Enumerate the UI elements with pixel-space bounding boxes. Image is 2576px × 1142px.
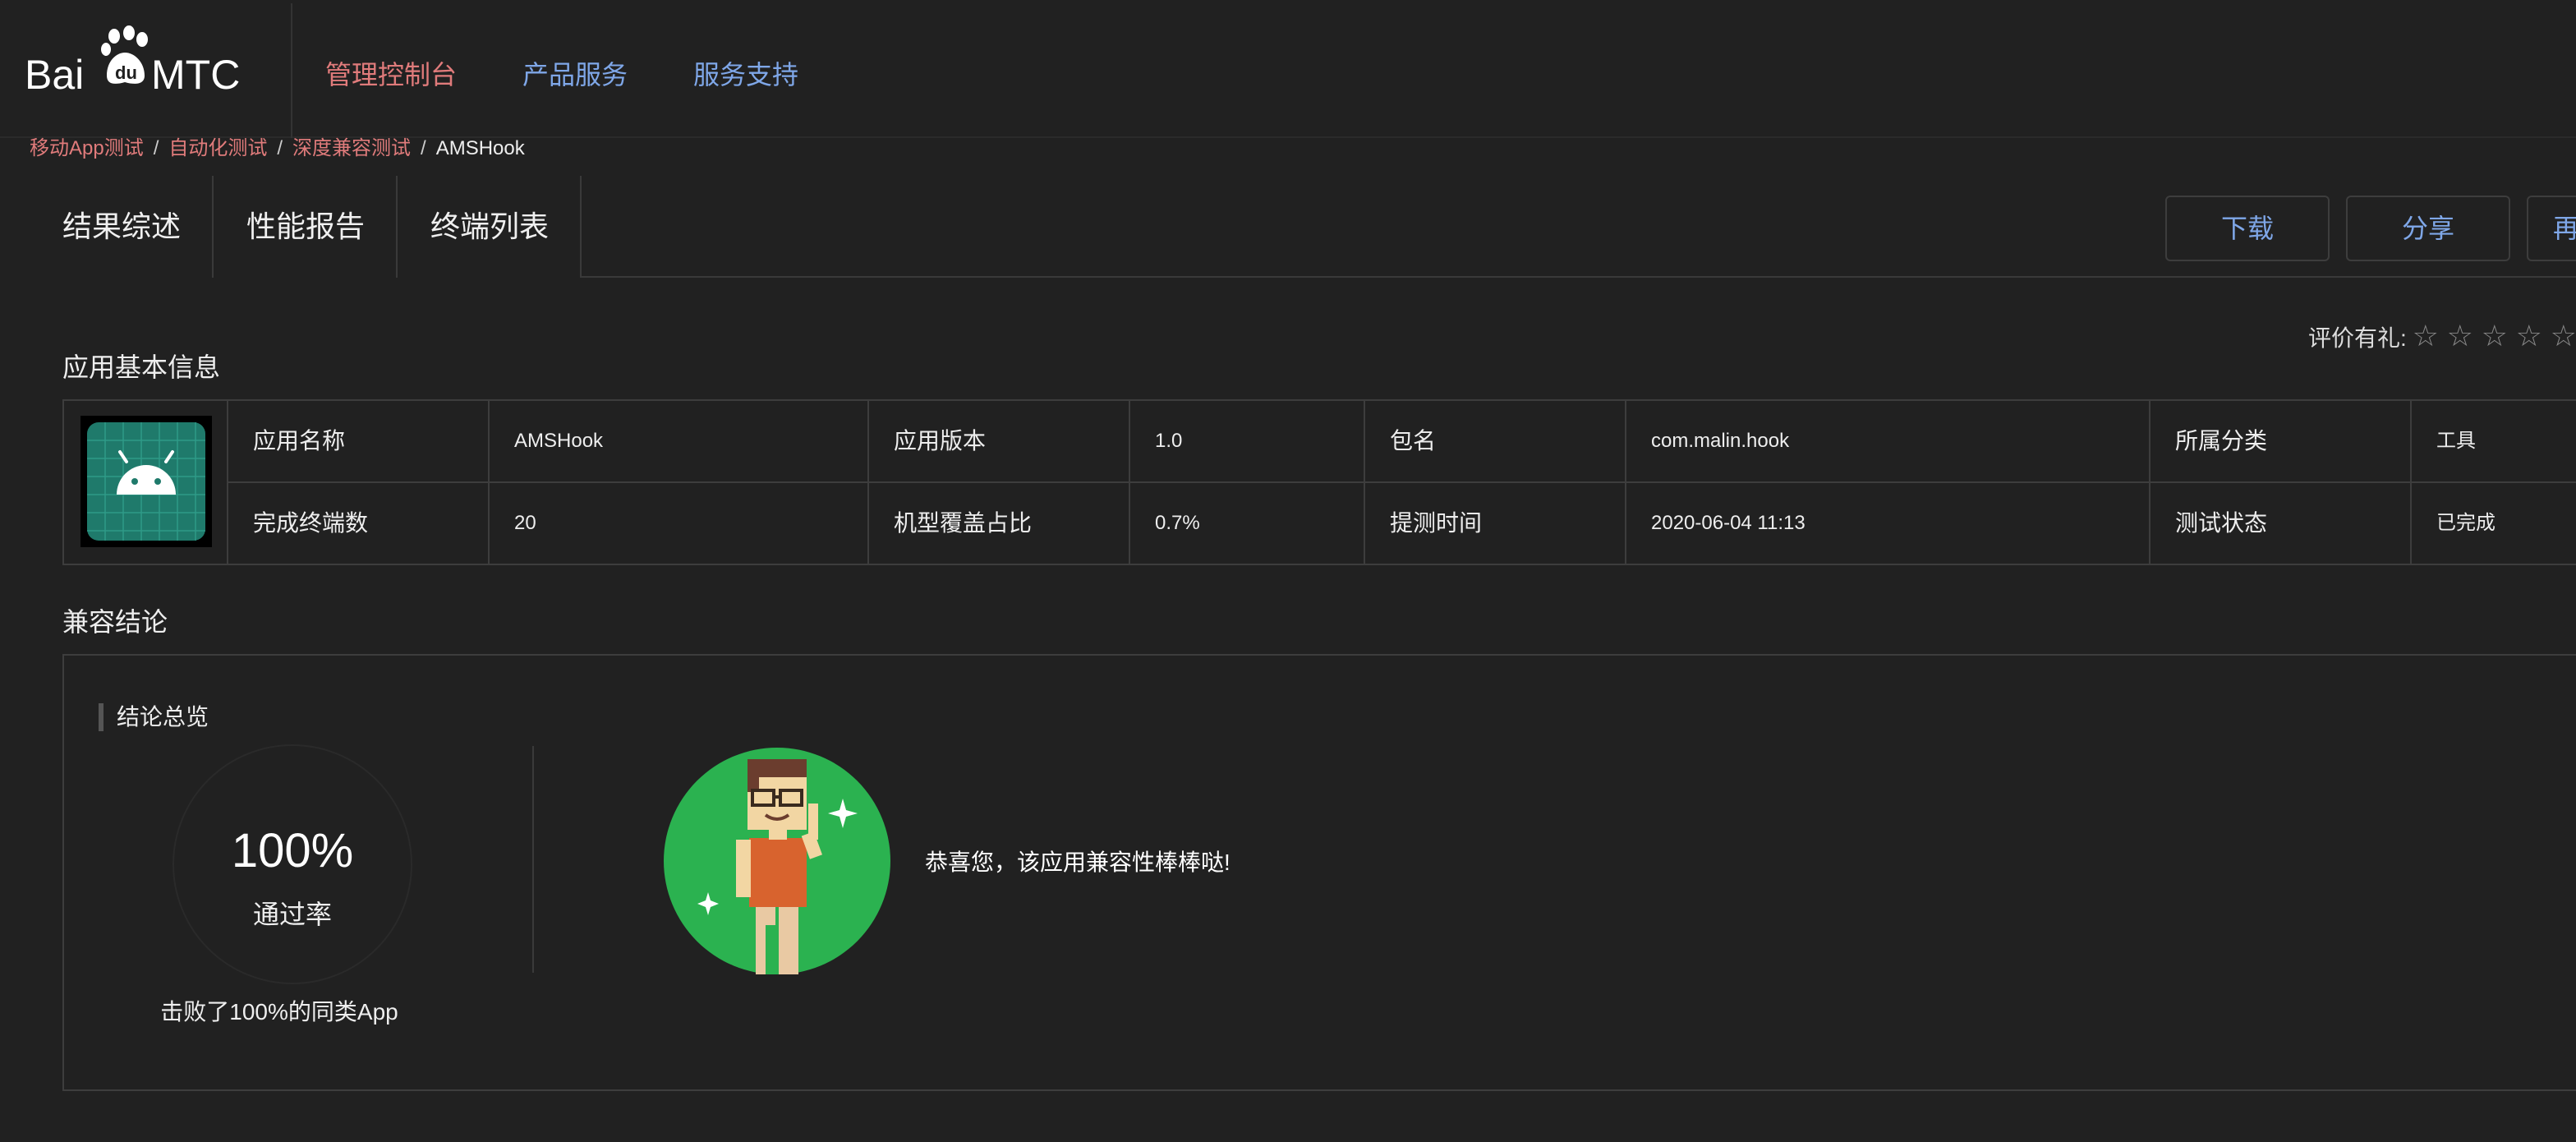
header-divider (291, 3, 292, 138)
download-button[interactable]: 下载 (2165, 196, 2330, 261)
star-icon[interactable]: ☆ (2548, 319, 2576, 353)
breadcrumb: 移动App测试 / 自动化测试 / 深度兼容测试 / AMSHook (30, 131, 525, 160)
retest-button[interactable]: 再 (2527, 196, 2576, 261)
devices-done-label: 完成终端数 (228, 483, 490, 565)
pass-rate-value: 100% (231, 824, 354, 877)
app-name-value: AMSHook (490, 401, 869, 483)
nav-products[interactable]: 产品服务 (522, 54, 628, 92)
test-status-label: 测试状态 (2150, 483, 2412, 565)
category-label: 所属分类 (2150, 401, 2412, 483)
tab-result-summary[interactable]: 结果综述 (30, 176, 214, 278)
devices-done-value: 20 (490, 483, 869, 565)
submit-time-value: 2020-06-04 11:13 (1626, 483, 2150, 565)
logo-graphic: Bai du MTC (25, 25, 240, 98)
test-status-value: 已完成 (2436, 512, 2496, 534)
submit-time-label: 提测时间 (1365, 483, 1626, 565)
rating-label: 评价有礼: (2308, 325, 2407, 351)
breadcrumb-separator: / (421, 137, 426, 159)
star-icon[interactable]: ☆ (2514, 319, 2545, 353)
star-icon[interactable]: ☆ (2445, 319, 2476, 353)
star-icon[interactable]: ☆ (2410, 319, 2441, 353)
tab-performance-report[interactable]: 性能报告 (214, 176, 398, 278)
nav-console[interactable]: 管理控制台 (325, 54, 457, 92)
tabs-underline (582, 276, 2576, 278)
svg-text:du: du (115, 62, 137, 83)
star-icon[interactable]: ☆ (2479, 319, 2510, 353)
beat-text: 击败了100%的同类App (160, 999, 398, 1025)
panel-divider (532, 746, 534, 973)
compat-panel: 结论总览 100% 通过率 击败了100%的同类App 恭喜您，该应用兼容性棒棒… (62, 654, 2576, 1091)
pass-rate-label: 通过率 (252, 900, 332, 929)
top-header: Bai du MTC 管理控制台 产品服务 服务支持 (0, 0, 2576, 138)
package-name-label: 包名 (1365, 401, 1626, 483)
app-version-value: 1.0 (1130, 401, 1365, 483)
package-name-value: com.malin.hook (1626, 401, 2150, 483)
app-version-label: 应用版本 (869, 401, 1130, 483)
android-app-icon (80, 416, 212, 547)
svg-text:MTC: MTC (151, 52, 240, 98)
app-info-table: 应用名称 AMSHook 应用版本 1.0 包名 com.malin.hook … (62, 399, 2576, 565)
happy-developer-illustration (664, 748, 890, 974)
rating: 评价有礼: ☆ ☆ ☆ ☆ ☆ (2308, 319, 2576, 353)
breadcrumb-current: AMSHook (435, 137, 525, 159)
share-button[interactable]: 分享 (2346, 196, 2510, 261)
app-icon-cell (64, 401, 228, 564)
tab-device-list[interactable]: 终端列表 (398, 176, 582, 278)
model-coverage-label: 机型覆盖占比 (869, 483, 1130, 565)
breadcrumb-separator: / (153, 137, 159, 159)
app-info-title: 应用基本信息 (62, 352, 221, 382)
category-value: 工具 (2412, 401, 2576, 483)
model-coverage-value: 0.7% (1130, 483, 1365, 565)
svg-text:Bai: Bai (25, 52, 84, 98)
breadcrumb-separator: / (277, 137, 283, 159)
breadcrumb-deep-compat-test[interactable]: 深度兼容测试 (292, 137, 411, 159)
app-name-label: 应用名称 (228, 401, 490, 483)
breadcrumb-automation-test[interactable]: 自动化测试 (168, 137, 267, 159)
breadcrumb-mobile-app-test[interactable]: 移动App测试 (30, 137, 144, 159)
congrats-message: 恭喜您，该应用兼容性棒棒哒! (925, 850, 1230, 875)
compat-title: 兼容结论 (62, 607, 168, 637)
baidu-mtc-logo[interactable]: Bai du MTC (25, 25, 246, 99)
conclusion-overview-title: 结论总览 (99, 703, 209, 731)
nav-support[interactable]: 服务支持 (693, 54, 798, 92)
